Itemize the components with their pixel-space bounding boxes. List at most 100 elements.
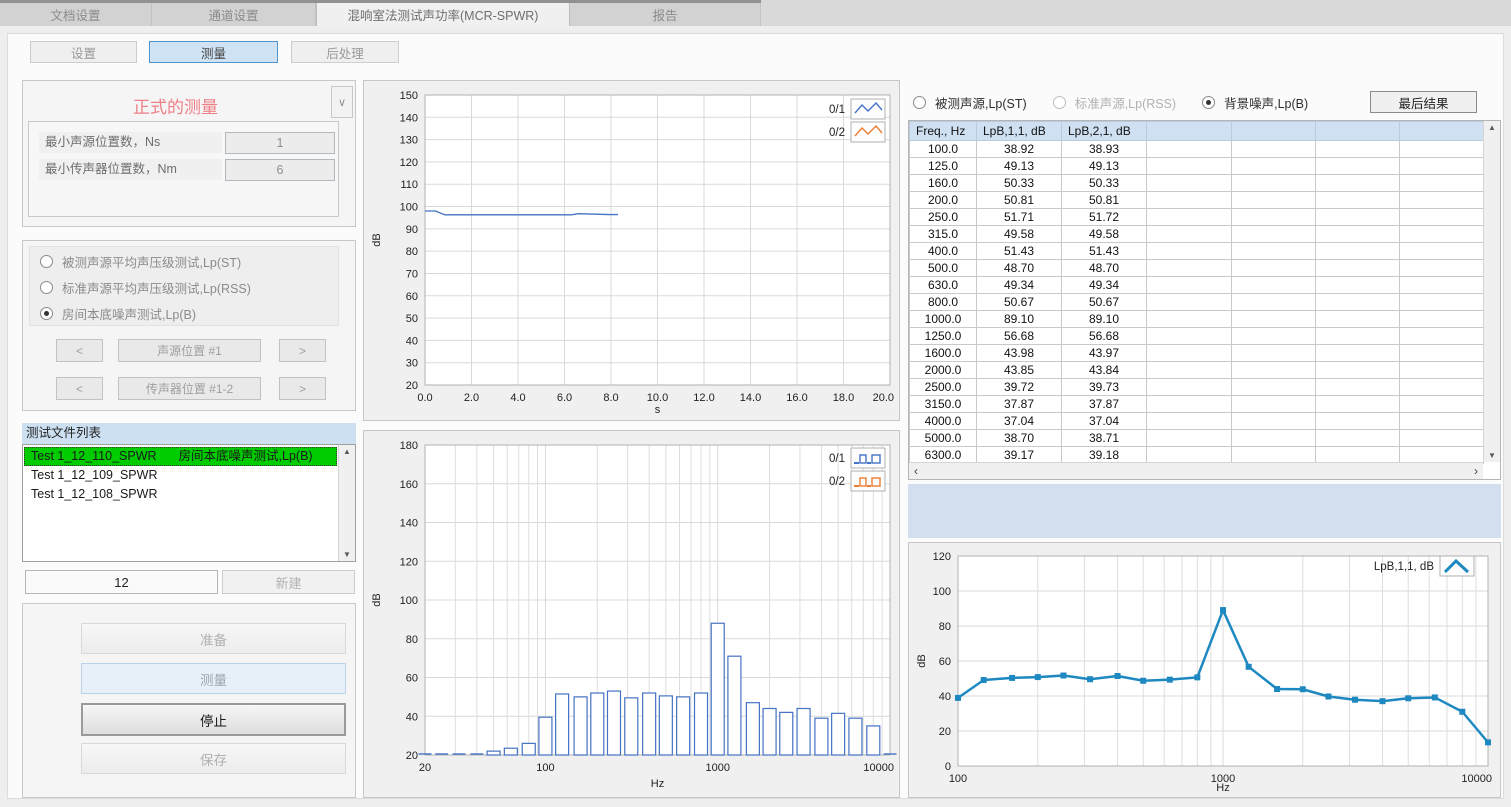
- table-cell: 49.34: [977, 277, 1062, 294]
- radio-label: 标准声源平均声压级测试,Lp(RSS): [62, 278, 251, 297]
- source-position-prev-button[interactable]: <: [56, 339, 103, 362]
- table-row[interactable]: 4000.037.0437.04: [910, 413, 1484, 430]
- table-row[interactable]: 125.049.1349.13: [910, 158, 1484, 175]
- table-cell: [1400, 447, 1484, 464]
- new-file-button[interactable]: 新建: [222, 570, 355, 594]
- measurement-mode-dropdown[interactable]: 正式的测量: [23, 93, 328, 118]
- spectrum-bar-chart-panel: 2040608010012014016018020100100010000Hzd…: [363, 430, 900, 798]
- legend-item-0/2[interactable]: [851, 122, 885, 142]
- scroll-down-icon[interactable]: ▼: [343, 550, 351, 559]
- subtab-measure[interactable]: 测量: [149, 41, 278, 63]
- scroll-up-icon[interactable]: ▲: [343, 447, 351, 456]
- test-type-radio-1[interactable]: 标准声源平均声压级测试,Lp(RSS): [40, 274, 338, 300]
- table-row[interactable]: 6300.039.1739.18: [910, 447, 1484, 464]
- table-row[interactable]: 160.050.3350.33: [910, 175, 1484, 192]
- table-row[interactable]: 200.050.8150.81: [910, 192, 1484, 209]
- svg-text:60: 60: [406, 673, 418, 685]
- table-cell: [1400, 311, 1484, 328]
- stop-button[interactable]: 停止: [81, 703, 346, 736]
- tab-channel-settings[interactable]: 通道设置: [152, 3, 316, 26]
- table-row[interactable]: 100.038.9238.93: [910, 141, 1484, 158]
- svg-text:100: 100: [536, 762, 554, 774]
- table-cell: [1232, 260, 1316, 277]
- legend-item-LpB,1,1, dB[interactable]: [1440, 556, 1474, 576]
- table-row[interactable]: 630.049.3449.34: [910, 277, 1484, 294]
- table-header-cell: [1316, 122, 1400, 141]
- results-radio-1[interactable]: 标准声源,Lp(RSS): [1053, 91, 1176, 113]
- svg-text:70: 70: [406, 268, 418, 280]
- table-row[interactable]: 5000.038.7038.71: [910, 430, 1484, 447]
- table-hscrollbar[interactable]: ‹ ›: [909, 462, 1483, 479]
- file-name: Test 1_12_108_SPWR: [31, 487, 157, 501]
- table-cell: [1147, 328, 1232, 345]
- table-row[interactable]: 400.051.4351.43: [910, 243, 1484, 260]
- time-history-chart: 20304050607080901001101201301401500.02.0…: [364, 81, 899, 420]
- table-row[interactable]: 1250.056.6856.68: [910, 328, 1484, 345]
- list-item[interactable]: Test 1_12_108_SPWR: [24, 485, 337, 504]
- ns-value-input[interactable]: 1: [225, 132, 335, 154]
- table-row[interactable]: 800.050.6750.67: [910, 294, 1484, 311]
- mic-position-button[interactable]: 传声器位置 #1-2: [118, 377, 261, 400]
- table-cell: [1400, 362, 1484, 379]
- table-header-cell: [1232, 122, 1316, 141]
- nm-value-input[interactable]: 6: [225, 159, 335, 181]
- table-cell: [1147, 260, 1232, 277]
- table-cell: 50.81: [977, 192, 1062, 209]
- test-type-radio-2[interactable]: 房间本底噪声测试,Lp(B): [40, 300, 338, 326]
- table-cell: [1232, 158, 1316, 175]
- legend-item-0/1[interactable]: [851, 99, 885, 119]
- file-list-scrollbar[interactable]: ▲ ▼: [338, 445, 355, 561]
- scroll-up-icon[interactable]: ▲: [1488, 123, 1496, 132]
- tab-report[interactable]: 报告: [570, 3, 761, 26]
- file-count-button[interactable]: 12: [25, 570, 218, 594]
- results-radio-0[interactable]: 被测声源,Lp(ST): [913, 91, 1027, 113]
- table-row[interactable]: 2500.039.7239.73: [910, 379, 1484, 396]
- table-cell: [1316, 260, 1400, 277]
- test-type-radio-0[interactable]: 被测声源平均声压级测试,Lp(ST): [40, 248, 338, 274]
- final-result-button[interactable]: 最后结果: [1370, 91, 1477, 113]
- table-row[interactable]: 315.049.5849.58: [910, 226, 1484, 243]
- svg-text:20: 20: [406, 380, 418, 392]
- table-row[interactable]: 2000.043.8543.84: [910, 362, 1484, 379]
- tab-mcr-spwr[interactable]: 混响室法测试声功率(MCR-SPWR): [316, 3, 570, 26]
- file-list[interactable]: Test 1_12_110_SPWR房间本底噪声测试,Lp(B)Test 1_1…: [22, 444, 356, 562]
- svg-text:80: 80: [406, 246, 418, 258]
- table-cell: [1147, 311, 1232, 328]
- mic-position-next-button[interactable]: >: [279, 377, 326, 400]
- table-row[interactable]: 1000.089.1089.10: [910, 311, 1484, 328]
- svg-text:0/1: 0/1: [829, 453, 845, 465]
- table-row[interactable]: 500.048.7048.70: [910, 260, 1484, 277]
- measure-button[interactable]: 测量: [81, 663, 346, 694]
- chevron-down-icon[interactable]: ∨: [331, 86, 353, 118]
- position-count-box: 最小声源位置数，Ns 1 最小传声器位置数，Nm 6: [28, 121, 339, 217]
- subtab-postprocess[interactable]: 后处理: [291, 41, 399, 63]
- table-cell: 50.33: [977, 175, 1062, 192]
- scroll-right-icon[interactable]: ›: [1474, 464, 1478, 478]
- table-cell: 37.04: [1062, 413, 1147, 430]
- scroll-down-icon[interactable]: ▼: [1488, 451, 1496, 460]
- table-row[interactable]: 250.051.7151.72: [910, 209, 1484, 226]
- list-item[interactable]: Test 1_12_109_SPWR: [24, 466, 337, 485]
- list-item[interactable]: Test 1_12_110_SPWR房间本底噪声测试,Lp(B): [24, 447, 337, 466]
- file-name: Test 1_12_110_SPWR: [31, 449, 157, 463]
- legend-item-0/1[interactable]: [851, 448, 885, 468]
- table-cell: [1147, 175, 1232, 192]
- mic-position-prev-button[interactable]: <: [56, 377, 103, 400]
- tab-document-settings[interactable]: 文档设置: [0, 3, 152, 26]
- table-cell: 37.87: [977, 396, 1062, 413]
- table-row[interactable]: 3150.037.8737.87: [910, 396, 1484, 413]
- source-position-button[interactable]: 声源位置 #1: [118, 339, 261, 362]
- subtab-settings[interactable]: 设置: [30, 41, 137, 63]
- svg-text:120: 120: [400, 157, 418, 169]
- results-radio-2[interactable]: 背景噪声,Lp(B): [1202, 91, 1308, 113]
- table-cell: 50.81: [1062, 192, 1147, 209]
- source-position-next-button[interactable]: >: [279, 339, 326, 362]
- table-row[interactable]: 1600.043.9843.97: [910, 345, 1484, 362]
- svg-text:150: 150: [400, 90, 418, 102]
- table-cell: 51.43: [977, 243, 1062, 260]
- scroll-left-icon[interactable]: ‹: [914, 464, 918, 478]
- svg-text:160: 160: [400, 479, 418, 491]
- table-vscrollbar[interactable]: ▲ ▼: [1483, 121, 1500, 462]
- table-header-cell: [1400, 122, 1484, 141]
- legend-item-0/2[interactable]: [851, 471, 885, 491]
